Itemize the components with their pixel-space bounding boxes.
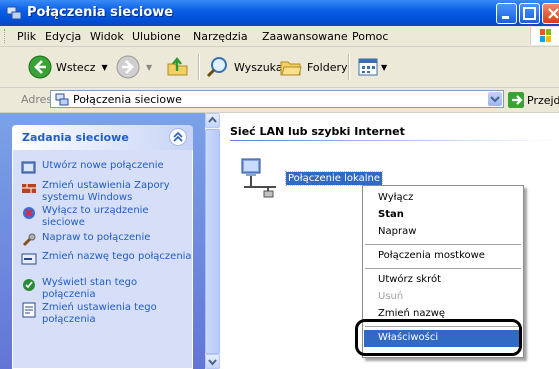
search-button[interactable]: Wyszukaj (206, 52, 286, 82)
group-divider (230, 140, 559, 141)
back-arrow-icon (28, 55, 52, 79)
minimize-button[interactable] (496, 3, 517, 24)
windows-logo (530, 27, 559, 45)
toolbar-separator (348, 54, 350, 80)
network-tasks-panel: Zadania sieciowe Utwórz nowe połączenie … (12, 125, 193, 369)
task-pane-scrollbar[interactable] (205, 113, 220, 369)
scroll-down-button[interactable] (205, 354, 220, 369)
address-bar: Adres Połączenia sieciowe Przejdź (0, 88, 559, 113)
network-tasks-header[interactable]: Zadania sieciowe (12, 125, 193, 150)
menu-advanced[interactable]: Zaawansowane (262, 30, 348, 43)
menu-separator (365, 244, 521, 245)
forward-arrow-icon (116, 55, 140, 79)
firewall-icon (22, 184, 36, 193)
go-label: Przejdź (527, 93, 559, 107)
back-dropdown-icon[interactable]: ▼ (102, 63, 108, 72)
maximize-button[interactable] (519, 3, 540, 24)
back-label: Wstecz (56, 60, 96, 74)
address-value: Połączenia sieciowe (73, 93, 182, 106)
menu-edit[interactable]: Edycja (45, 30, 81, 43)
views-dropdown-icon[interactable]: ▼ (381, 63, 387, 72)
menu-rename[interactable]: Zmień nazwę (364, 306, 522, 323)
network-connections-icon (55, 93, 69, 106)
menu-create-shortcut[interactable]: Utwórz skrót (364, 272, 522, 289)
address-label: Adres (21, 93, 53, 106)
folders-button[interactable]: Foldery (279, 52, 348, 82)
toolbar-separator (198, 54, 200, 80)
menu-separator (365, 268, 521, 269)
network-tasks-title: Zadania sieciowe (22, 131, 129, 144)
chevron-up-icon (173, 131, 183, 142)
menu-tools[interactable]: Narzędzia (193, 30, 248, 43)
settings-icon (22, 302, 36, 318)
local-area-connection-icon[interactable] (240, 155, 278, 199)
menu-view[interactable]: Widok (90, 30, 124, 43)
menu-repair[interactable]: Napraw (364, 224, 522, 241)
title-bar[interactable]: Połączenia sieciowe (0, 0, 559, 26)
menu-bridge-connections[interactable]: Połączenia mostkowe (364, 248, 522, 265)
go-button[interactable]: Przejdź (508, 91, 559, 109)
search-icon (206, 57, 227, 78)
window-title: Połączenia sieciowe (27, 5, 174, 20)
folders-icon (280, 61, 302, 76)
explorer-window: Połączenia sieciowe Plik Edycja Widok Ul… (0, 0, 559, 369)
address-dropdown-button[interactable] (488, 92, 502, 106)
rename-icon (21, 253, 37, 265)
chevron-down-icon (208, 359, 217, 366)
windows-flag-icon (540, 29, 551, 42)
views-icon (358, 58, 378, 76)
forward-button[interactable]: ▼ (116, 52, 152, 82)
menu-properties[interactable]: Właściwości (364, 330, 522, 347)
close-icon (548, 8, 559, 19)
scroll-thumb[interactable] (205, 129, 220, 354)
scroll-up-button[interactable] (205, 113, 220, 128)
group-title: Sieć LAN lub szybki Internet (230, 125, 405, 138)
network-connections-icon (6, 6, 22, 20)
forward-dropdown-icon[interactable]: ▼ (146, 63, 152, 72)
menu-grip[interactable] (4, 29, 8, 43)
collapse-button[interactable] (169, 128, 187, 146)
menu-bar: Plik Edycja Widok Ulubione Narzędzia Zaa… (0, 26, 559, 47)
menu-separator (365, 326, 521, 327)
up-folder-button[interactable] (166, 52, 190, 82)
menu-status[interactable]: Stan (364, 207, 522, 224)
folders-label: Foldery (307, 60, 348, 74)
menu-help[interactable]: Pomoc (352, 30, 388, 43)
views-button[interactable]: ▼ (357, 52, 387, 82)
context-menu: Wyłącz Stan Napraw Połączenia mostkowe U… (362, 185, 524, 358)
status-icon (23, 279, 35, 291)
task-pane: Zadania sieciowe Utwórz nowe połączenie … (0, 113, 205, 369)
repair-icon (22, 233, 36, 247)
local-area-connection-label[interactable]: Połączenie lokalne (284, 171, 384, 186)
back-button[interactable]: Wstecz ▼ (28, 52, 108, 82)
menu-favorites[interactable]: Ulubione (132, 30, 181, 43)
maximize-icon (523, 7, 536, 20)
menu-file[interactable]: Plik (17, 30, 36, 43)
menu-disable[interactable]: Wyłącz (364, 190, 522, 207)
close-button[interactable] (542, 3, 559, 24)
address-input[interactable]: Połączenia sieciowe (50, 90, 504, 108)
go-arrow-icon (508, 92, 524, 108)
network-tasks-list: Utwórz nowe połączenie Zmień ustawienia … (12, 150, 193, 369)
toolbar: Wstecz ▼ ▼ Wyszukaj Foldery ▼ (0, 47, 559, 88)
chevron-down-icon (490, 96, 500, 103)
new-connection-icon (21, 161, 36, 174)
minimize-icon (502, 16, 509, 19)
chevron-up-icon (208, 116, 217, 123)
search-label: Wyszukaj (234, 60, 286, 74)
up-folder-icon (167, 57, 188, 76)
disable-device-icon (23, 207, 35, 219)
menu-delete[interactable]: Usuń (364, 289, 522, 306)
